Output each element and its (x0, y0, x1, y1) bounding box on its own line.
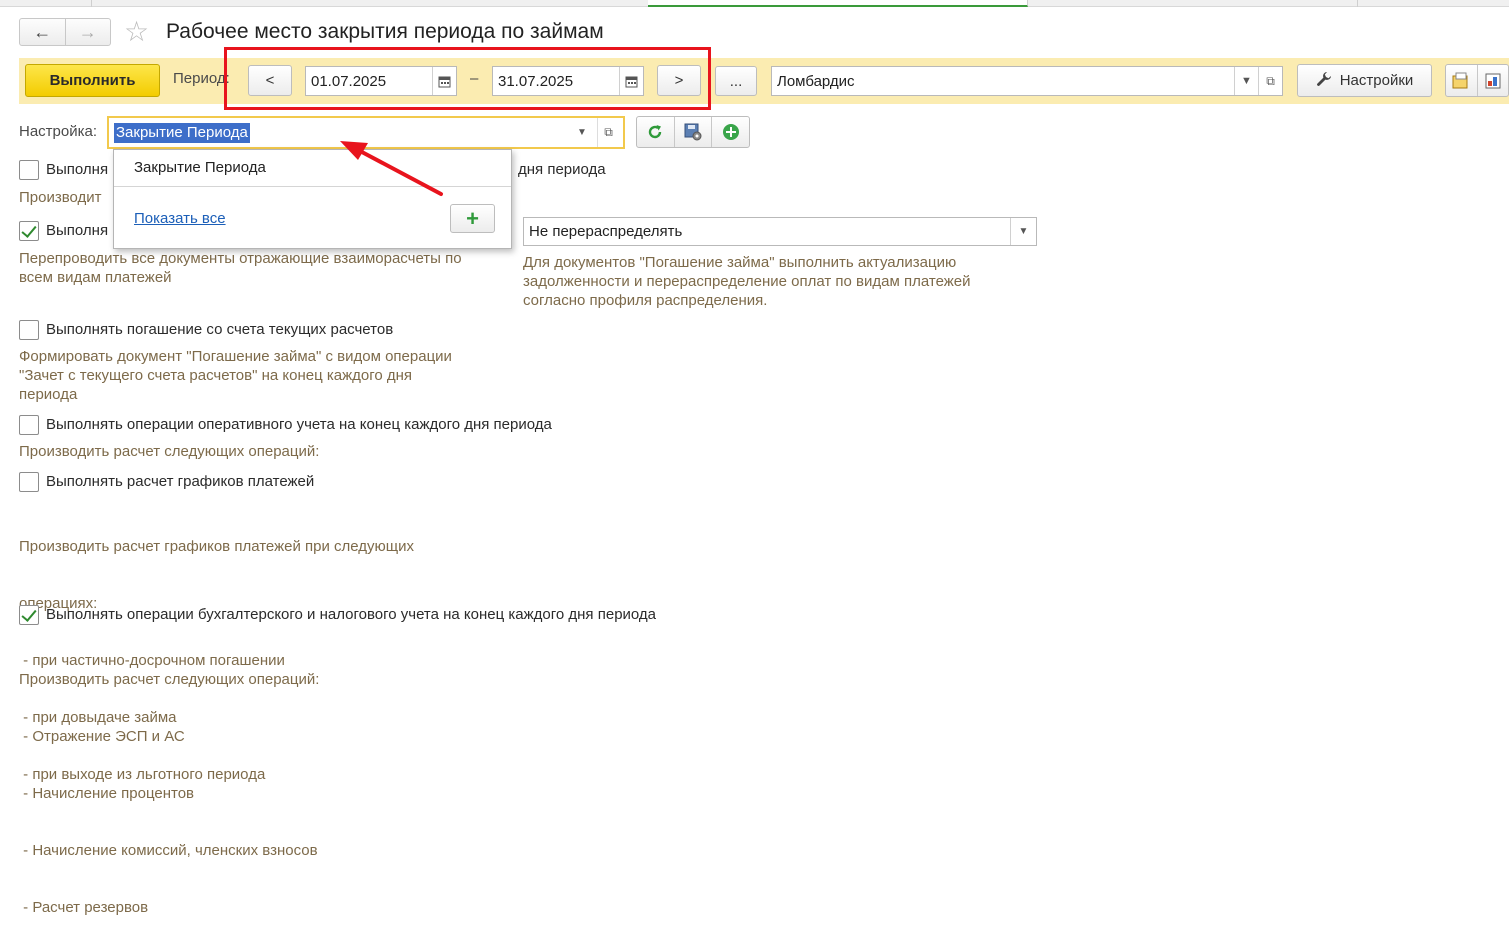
plus-circle-icon (722, 124, 739, 140)
hint-line: задолженности и перераспределение оплат … (523, 273, 971, 290)
hint-line: - Расчет резервов (19, 899, 149, 916)
settings-label: Настройки (1339, 72, 1414, 89)
period-label: Период: (173, 70, 230, 87)
organization-value: Ломбардис (777, 72, 855, 90)
hint-line: - Начисление процентов (19, 785, 195, 802)
option-hint-1: Перепроводить все документы отражающие в… (19, 249, 519, 287)
report-icon[interactable] (1446, 72, 1477, 90)
hint-line: - Начисление комиссий, членских взносов (19, 842, 318, 859)
arrow-right-icon: → (78, 21, 97, 42)
option-checkbox-4[interactable] (19, 472, 39, 492)
option-label-0: Выполня (46, 161, 109, 178)
settings-label-text: Настройка: (19, 123, 98, 140)
tab-3[interactable] (1028, 0, 1358, 7)
hint-line: Перепроводить все документы отражающие в… (19, 250, 462, 267)
plus-icon: + (466, 205, 479, 231)
option-label-tail-0: дня периода (518, 161, 606, 178)
option-label-3: Выполнять операции оперативного учета на… (46, 416, 552, 433)
tab-1[interactable] (0, 0, 92, 7)
redistribution-select[interactable]: Не перераспределять ▼ (523, 217, 1037, 246)
chevron-down-icon[interactable]: ▼ (1010, 218, 1036, 245)
wrench-icon (1316, 71, 1332, 91)
tab-strip (0, 0, 1509, 7)
refresh-button[interactable] (637, 117, 674, 147)
more-button[interactable]: ... (715, 66, 757, 96)
settings-dropdown: Закрытие Периода Показать все + (113, 149, 512, 249)
organization-field[interactable]: Ломбардис ▼ ⧉ (771, 66, 1283, 96)
option-label-1: Выполня (46, 222, 109, 239)
option-checkbox-0[interactable] (19, 160, 39, 180)
disk-gear-icon (684, 123, 702, 141)
navigation-buttons: ← → (19, 18, 111, 46)
spreadsheet-icon[interactable] (1476, 65, 1508, 96)
hint-line: Производить расчет графиков платежей при… (19, 538, 415, 555)
add-button[interactable]: + (450, 204, 495, 233)
redistribution-value: Не перераспределять (529, 223, 683, 240)
tab-active[interactable] (648, 0, 1028, 7)
settings-field[interactable]: Закрытие Периода ▼ ⧉ (107, 116, 625, 149)
settings-tools (636, 116, 750, 148)
option-label-5: Выполнять операции бухгалтерского и нало… (46, 606, 657, 623)
option-label-2: Выполнять погашение со счета текущих рас… (46, 321, 394, 338)
hint-line: согласно профиля распределения. (523, 292, 768, 309)
forward-button[interactable]: → (64, 19, 111, 45)
arrow-left-icon: ← (33, 21, 52, 42)
option-hint-2: Формировать документ "Погашение займа" с… (19, 347, 452, 404)
hint-line: - Отражение ЭСП и АС (19, 728, 185, 745)
highlight-frame (224, 47, 711, 110)
option-hint-5: Производить расчет следующих операций: -… (19, 632, 319, 936)
back-button[interactable]: ← (20, 19, 65, 45)
hint-line: Формировать документ "Погашение займа" с… (19, 348, 452, 365)
hint-line: Для документов "Погашение займа" выполни… (523, 254, 957, 271)
option-checkbox-3[interactable] (19, 415, 39, 435)
option-label-4: Выполнять расчет графиков платежей (46, 473, 315, 490)
open-icon[interactable]: ⧉ (597, 118, 619, 147)
report-buttons (1445, 64, 1509, 97)
star-outline-icon[interactable]: ☆ (124, 17, 149, 47)
add-setting-button[interactable] (711, 117, 749, 147)
option-checkbox-2[interactable] (19, 320, 39, 340)
refresh-icon (649, 125, 662, 139)
settings-button[interactable]: Настройки (1297, 64, 1432, 97)
page-title: Рабочее место закрытия периода по займам (166, 20, 604, 43)
chevron-down-icon[interactable]: ▼ (571, 118, 593, 147)
dropdown-item[interactable]: Закрытие Периода (134, 159, 266, 176)
option-checkbox-5[interactable] (19, 605, 39, 625)
chevron-down-icon[interactable]: ▼ (1234, 67, 1258, 95)
save-settings-button[interactable] (673, 117, 712, 147)
option-hint-3: Производить расчет следующих операций: (19, 442, 319, 461)
hint-line: "Зачет с текущего счета расчетов" на кон… (19, 367, 413, 384)
execute-button[interactable]: Выполнить (25, 64, 160, 97)
hint-line: периода (19, 386, 78, 403)
option-hint-0: Производит (19, 189, 102, 206)
show-all-link[interactable]: Показать все (134, 210, 226, 227)
divider (114, 186, 511, 187)
redistribution-hint: Для документов "Погашение займа" выполни… (523, 253, 1043, 310)
hint-line: Производить расчет следующих операций: (19, 443, 320, 460)
open-icon[interactable]: ⧉ (1258, 67, 1282, 95)
option-checkbox-1[interactable] (19, 221, 39, 241)
hint-line: Производить расчет следующих операций: (19, 671, 320, 688)
hint-line: всем видам платежей (19, 269, 172, 286)
settings-value: Закрытие Периода (114, 122, 250, 143)
